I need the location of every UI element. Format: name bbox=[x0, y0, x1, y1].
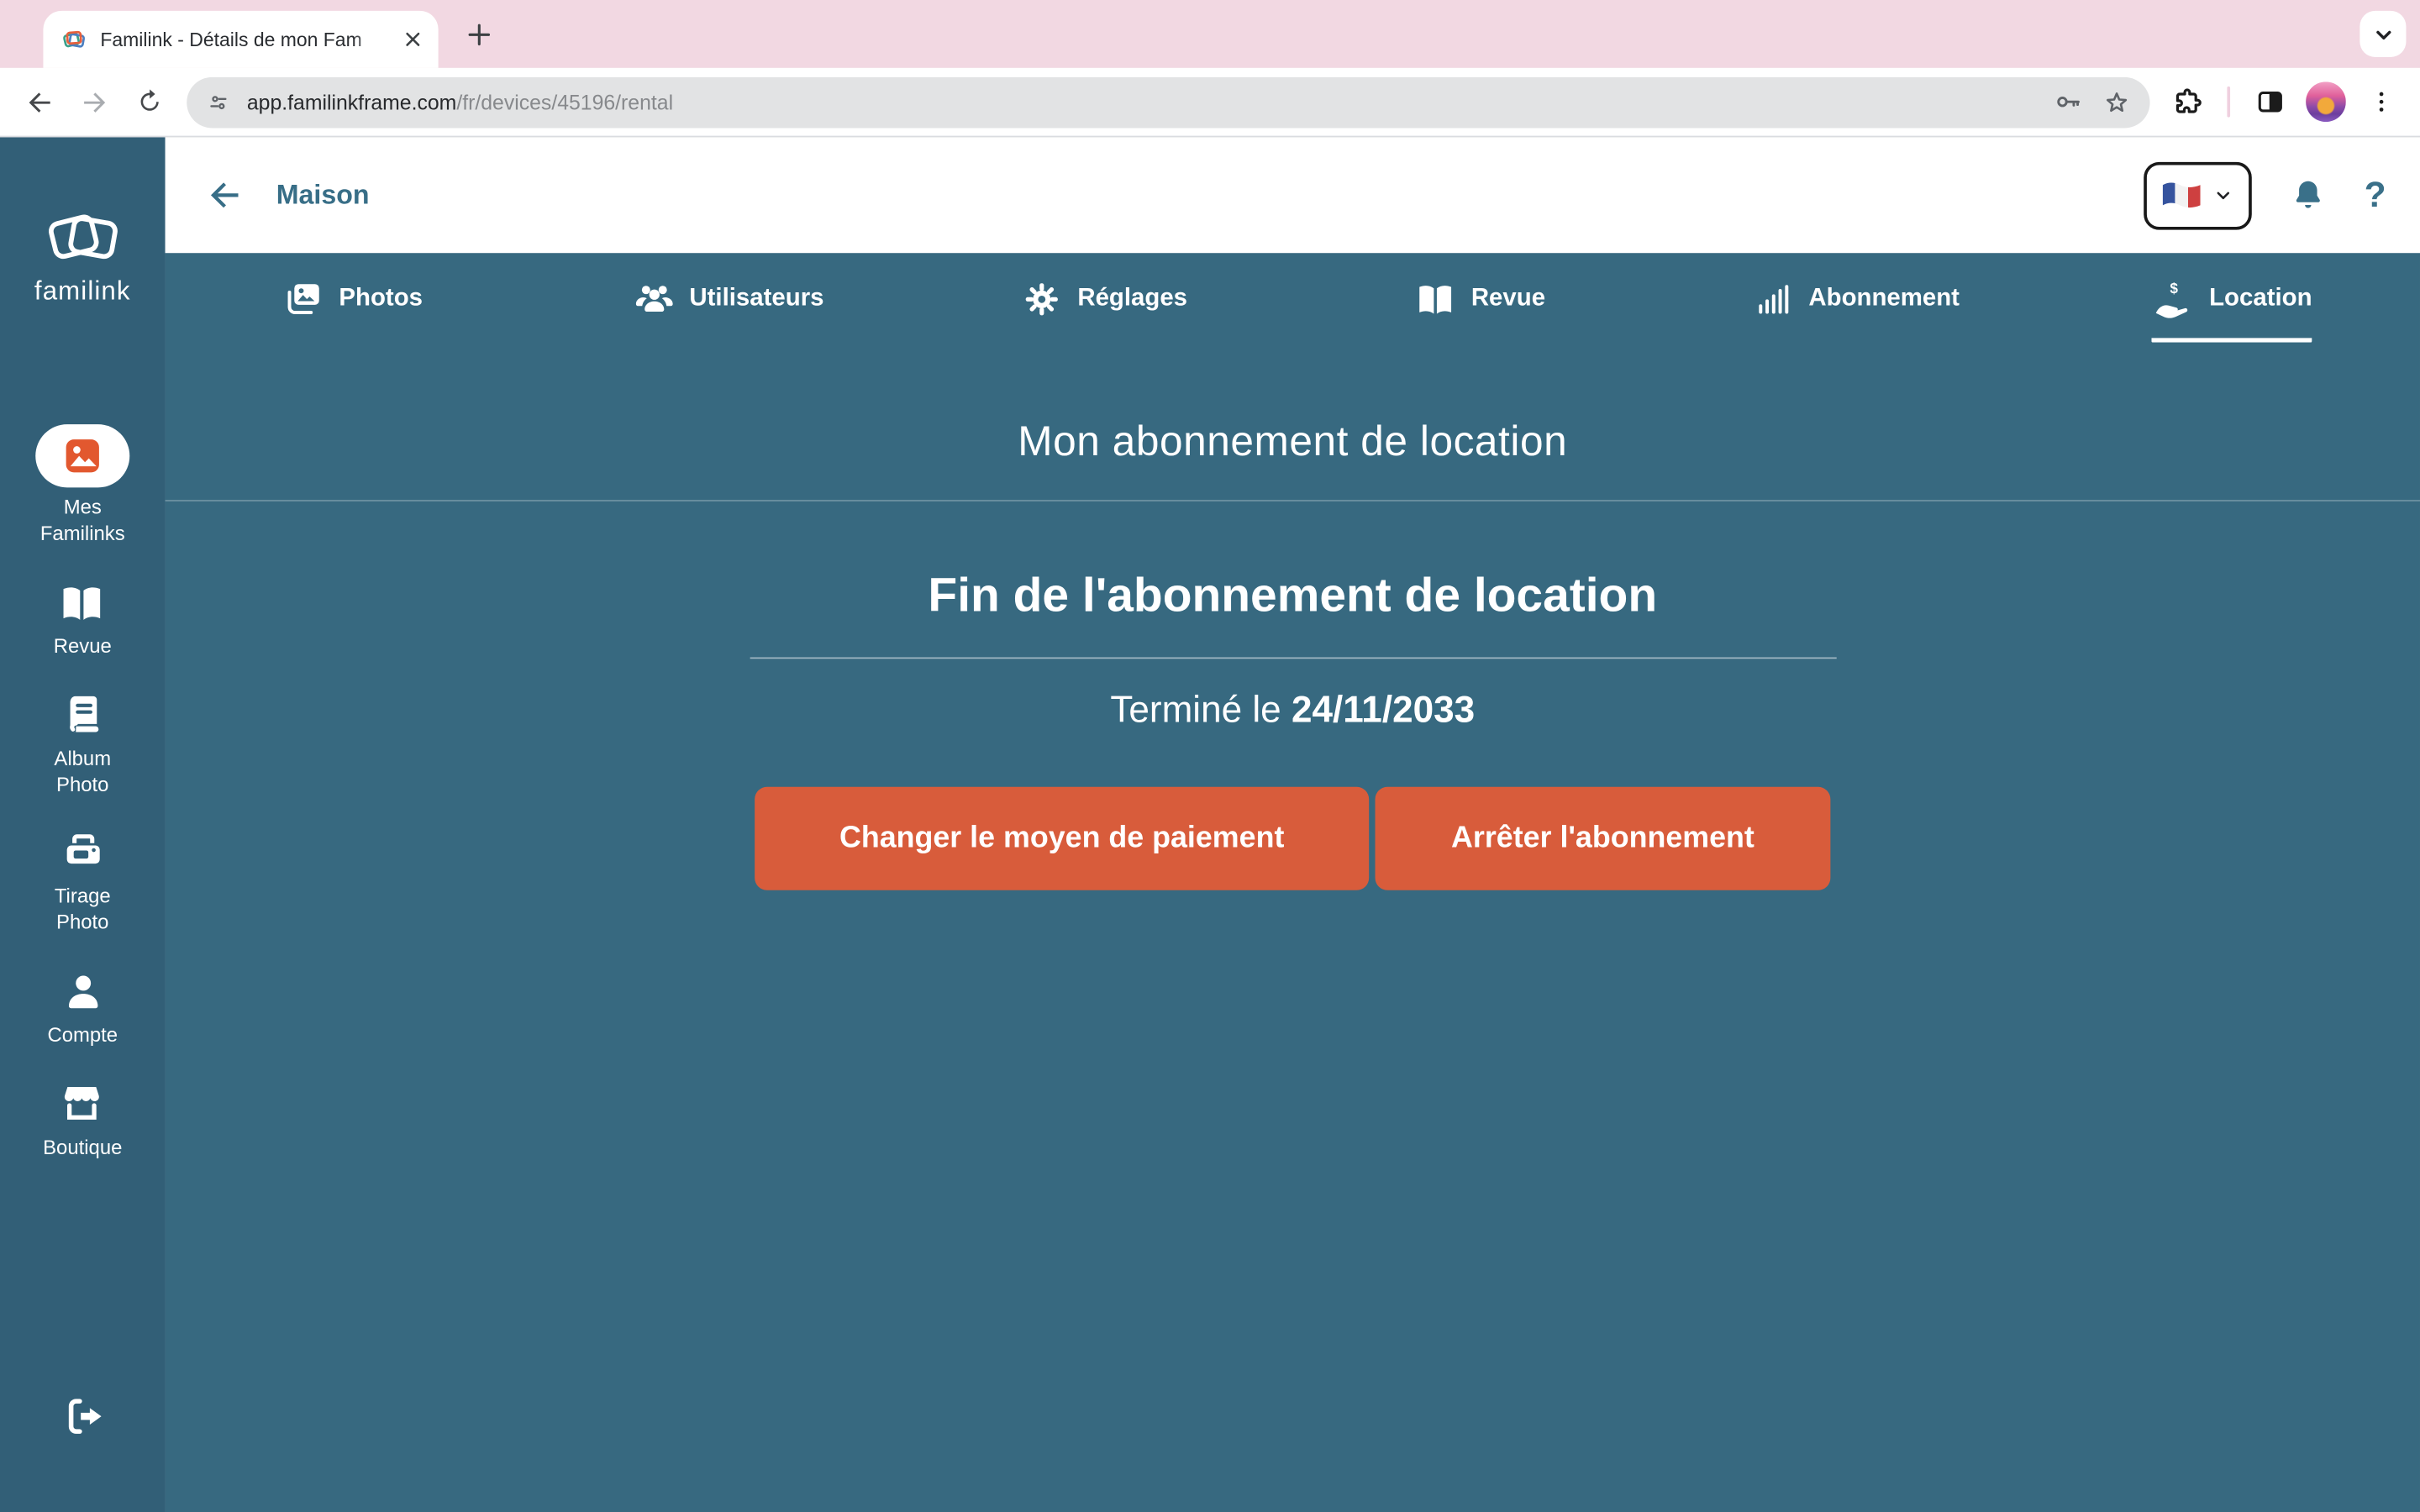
open-book-icon bbox=[60, 580, 106, 626]
photos-icon bbox=[283, 279, 324, 319]
toolbar-divider bbox=[2227, 87, 2230, 118]
active-item-pill bbox=[35, 424, 129, 487]
browser-toolbar: app.familinkframe.com/fr/devices/45196/r… bbox=[0, 68, 2420, 138]
section-divider bbox=[166, 500, 2420, 501]
language-select[interactable] bbox=[2144, 161, 2252, 229]
open-book-icon bbox=[1416, 279, 1456, 319]
storefront-icon bbox=[60, 1082, 106, 1128]
sidebar-item-compte[interactable]: Compte bbox=[47, 969, 118, 1049]
tab-close-icon[interactable] bbox=[398, 25, 426, 53]
browser-window: Familink - Détails de mon Fam bbox=[0, 0, 2420, 1512]
sidebar-item-mes-familinks[interactable]: Mes Familinks bbox=[35, 424, 129, 548]
rental-end-title: Fin de l'abonnement de location bbox=[166, 568, 2420, 623]
tab-title: Familink - Détails de mon Fam bbox=[100, 29, 384, 50]
back-button[interactable] bbox=[13, 76, 65, 128]
sidebar-item-revue[interactable]: Revue bbox=[54, 580, 112, 659]
sidebar-item-tirage-photo[interactable]: Tirage Photo bbox=[55, 831, 111, 937]
device-nav-tabs: Photos Utilisateurs bbox=[166, 253, 2420, 343]
tab-photos[interactable]: Photos bbox=[166, 279, 541, 342]
url-text[interactable]: app.familinkframe.com/fr/devices/45196/r… bbox=[247, 90, 673, 113]
tab-search-chevron-button[interactable] bbox=[2360, 11, 2406, 57]
content-area: Photos Utilisateurs bbox=[166, 253, 2420, 1512]
tab-strip: Familink - Détails de mon Fam bbox=[0, 0, 2420, 68]
familink-wordmark: familink bbox=[34, 276, 131, 307]
sub-divider bbox=[750, 657, 1836, 659]
person-icon bbox=[60, 969, 106, 1016]
back-arrow-button[interactable] bbox=[205, 176, 244, 214]
sidebar-item-album-photo[interactable]: Album Photo bbox=[54, 692, 111, 798]
stop-subscription-button[interactable]: Arrêter l'abonnement bbox=[1376, 787, 1831, 890]
sidebar: familink Mes Familinks bbox=[0, 137, 166, 1512]
french-flag-icon bbox=[2161, 181, 2203, 210]
sidebar-item-boutique[interactable]: Boutique bbox=[43, 1082, 122, 1162]
notifications-bell-button[interactable] bbox=[2291, 177, 2326, 213]
browser-menu-icon[interactable] bbox=[2355, 76, 2407, 128]
tab-reglages[interactable]: Réglages bbox=[917, 279, 1292, 342]
bar-chart-icon bbox=[1753, 279, 1793, 319]
album-book-icon bbox=[60, 692, 106, 738]
photo-frame-icon bbox=[61, 435, 103, 477]
bell-icon bbox=[2291, 177, 2326, 213]
main-panel: Maison bbox=[166, 137, 2420, 1512]
page-title: Mon abonnement de location bbox=[166, 418, 2420, 466]
favicon-familink bbox=[61, 27, 86, 51]
rental-end-date: Terminé le 24/11/2033 bbox=[166, 690, 2420, 732]
reload-button[interactable] bbox=[124, 76, 176, 128]
url-bar[interactable]: app.familinkframe.com/fr/devices/45196/r… bbox=[187, 76, 2149, 128]
extensions-icon[interactable] bbox=[2160, 76, 2212, 128]
app-header: Maison bbox=[166, 137, 2420, 253]
bookmark-star-icon[interactable] bbox=[2102, 87, 2132, 117]
logout-icon bbox=[61, 1394, 104, 1437]
users-icon bbox=[634, 279, 674, 319]
browser-tab[interactable]: Familink - Détails de mon Fam bbox=[43, 11, 438, 68]
new-tab-button[interactable] bbox=[461, 17, 495, 50]
tab-abonnement[interactable]: Abonnement bbox=[1669, 279, 2044, 342]
gear-icon bbox=[1022, 279, 1062, 319]
site-info-icon[interactable] bbox=[205, 89, 231, 115]
profile-avatar[interactable] bbox=[2300, 76, 2352, 128]
tab-location[interactable]: $ Location bbox=[2044, 279, 2420, 342]
tab-revue[interactable]: Revue bbox=[1292, 279, 1668, 342]
familink-logo: familink bbox=[34, 205, 131, 307]
familink-app: familink Mes Familinks bbox=[0, 137, 2420, 1512]
chevron-down-icon bbox=[2214, 185, 2234, 205]
help-button[interactable]: ? bbox=[2365, 177, 2386, 213]
printer-icon bbox=[60, 831, 106, 877]
device-title: Maison bbox=[276, 179, 370, 212]
tab-utilisateurs[interactable]: Utilisateurs bbox=[541, 279, 917, 342]
action-buttons: Changer le moyen de paiement Arrêter l'a… bbox=[166, 787, 2420, 890]
svg-text:$: $ bbox=[2170, 280, 2179, 297]
hand-dollar-icon: $ bbox=[2152, 279, 2194, 319]
forward-button[interactable] bbox=[68, 76, 120, 128]
end-date-value: 24/11/2033 bbox=[1292, 690, 1475, 732]
logout-button[interactable] bbox=[0, 1394, 166, 1437]
change-payment-button[interactable]: Changer le moyen de paiement bbox=[755, 787, 1369, 890]
side-panel-icon[interactable] bbox=[2244, 76, 2296, 128]
password-key-icon[interactable] bbox=[2053, 87, 2084, 118]
